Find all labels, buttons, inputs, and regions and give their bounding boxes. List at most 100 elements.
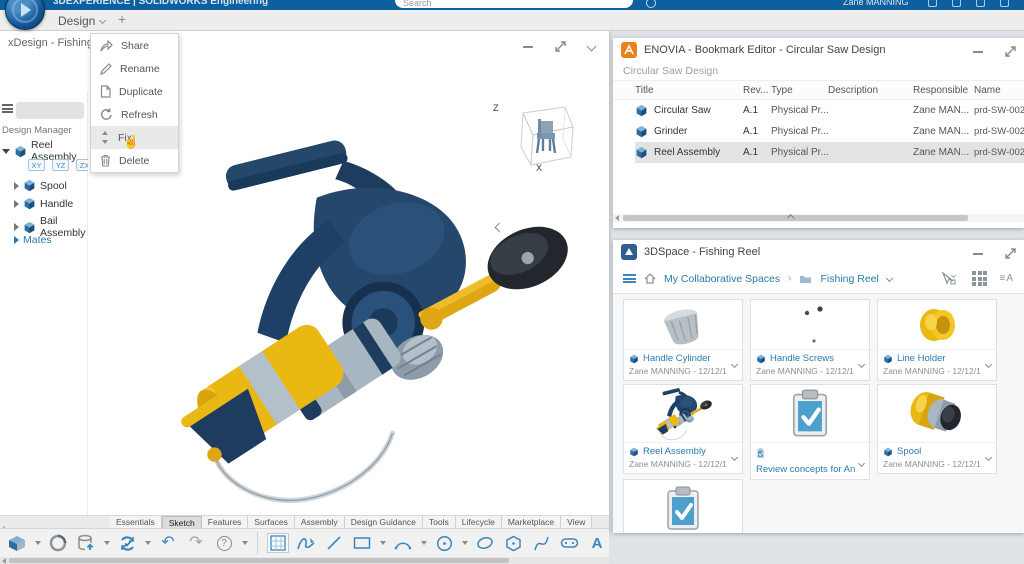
tree-item-mates[interactable]: Mates bbox=[14, 234, 52, 246]
spline-tool[interactable] bbox=[530, 533, 552, 553]
table-row-selected[interactable]: Reel Assembly A.1 Physical Pr... Zane MA… bbox=[635, 142, 1024, 163]
tile-expand-chevron[interactable] bbox=[732, 447, 737, 465]
new-component-button[interactable] bbox=[6, 533, 28, 553]
ribbon-tab-essentials[interactable]: Essentials bbox=[110, 516, 162, 528]
text-tool[interactable]: A bbox=[586, 533, 608, 553]
table-header-row[interactable]: Title Rev... Type Description Responsibl… bbox=[613, 81, 1024, 100]
collapsed-arrow-icon[interactable] bbox=[14, 236, 19, 244]
window-menu-chevron[interactable] bbox=[587, 42, 597, 52]
ribbon-tab-lifecycle[interactable]: Lifecycle bbox=[456, 516, 502, 528]
tile-expand-chevron[interactable] bbox=[986, 354, 991, 372]
dropdown-arrow-icon[interactable] bbox=[421, 541, 427, 545]
horizontal-scrollbar[interactable] bbox=[613, 214, 1024, 222]
collapsed-arrow-icon[interactable] bbox=[14, 223, 19, 231]
ribbon-tab-marketplace[interactable]: Marketplace bbox=[502, 516, 561, 528]
minimize-button[interactable] bbox=[523, 46, 533, 48]
column-description[interactable]: Description bbox=[828, 85, 913, 96]
ribbon-tab-sketch[interactable]: Sketch bbox=[162, 516, 202, 528]
chevron-down-icon[interactable] bbox=[886, 275, 893, 282]
menu-item-duplicate[interactable]: Duplicate bbox=[91, 80, 178, 103]
fishing-reel-model[interactable] bbox=[153, 126, 583, 515]
dropdown-arrow-icon[interactable] bbox=[462, 541, 468, 545]
tile-name[interactable]: Spool bbox=[897, 446, 921, 457]
tree-item-handle[interactable]: Handle bbox=[14, 197, 73, 210]
action-bar-scrollbar[interactable] bbox=[0, 557, 609, 564]
line-tool[interactable] bbox=[323, 533, 345, 553]
3dspace-window-header[interactable]: 3DSpace - Fishing Reel bbox=[613, 240, 1024, 264]
tile-name[interactable]: Handle Screws bbox=[770, 353, 834, 364]
resize-grip-icon[interactable] bbox=[787, 214, 795, 222]
breadcrumb-current[interactable]: Fishing Reel bbox=[820, 273, 878, 285]
scroll-left-arrow-icon[interactable] bbox=[615, 215, 619, 221]
menu-item-delete[interactable]: Delete bbox=[91, 149, 178, 172]
compass-icon[interactable] bbox=[646, 0, 656, 8]
minimize-button[interactable] bbox=[973, 51, 983, 53]
tile-handle-screws[interactable]: Handle Screws Zane MANNING - 12/12/1 bbox=[750, 299, 870, 381]
sketch-grid-tool[interactable] bbox=[267, 533, 289, 553]
menu-item-fix[interactable]: Fix ☝ bbox=[91, 126, 178, 149]
tile-name[interactable]: Line Holder bbox=[897, 353, 946, 364]
enovia-window-header[interactable]: ENOVIA - Bookmark Editor - Circular Saw … bbox=[613, 38, 1024, 62]
plane-chip-xy[interactable]: XY bbox=[28, 159, 45, 171]
dropdown-arrow-icon[interactable] bbox=[145, 541, 151, 545]
tree-options-icon[interactable] bbox=[2, 104, 13, 113]
help-button[interactable]: ? bbox=[213, 533, 235, 553]
arc-tool[interactable] bbox=[392, 533, 414, 553]
column-title[interactable]: Title bbox=[613, 85, 743, 96]
menu-item-refresh[interactable]: Refresh bbox=[91, 103, 178, 126]
dropdown-arrow-icon[interactable] bbox=[380, 541, 386, 545]
tile-review-concepts[interactable]: Review concepts for An bbox=[750, 384, 870, 480]
play-icon[interactable] bbox=[928, 0, 937, 7]
undo-button[interactable]: ↶ bbox=[157, 533, 179, 553]
breadcrumb-root[interactable]: My Collaborative Spaces bbox=[664, 273, 780, 285]
notifications-icon[interactable] bbox=[952, 0, 961, 7]
scrollbar-thumb[interactable] bbox=[623, 215, 968, 221]
tab-design[interactable]: Design bbox=[54, 10, 110, 31]
expanded-arrow-icon[interactable] bbox=[2, 149, 10, 154]
grid-view-icon[interactable] bbox=[972, 271, 987, 286]
menu-item-share[interactable]: Share bbox=[91, 34, 178, 57]
rectangle-tool[interactable] bbox=[351, 533, 373, 553]
tile-spool[interactable]: Spool Zane MANNING - 12/12/1 bbox=[877, 384, 997, 474]
circle-tool[interactable] bbox=[433, 533, 455, 553]
search-input[interactable]: Search bbox=[395, 0, 633, 8]
apps-icon[interactable] bbox=[1000, 0, 1009, 7]
share-icon[interactable] bbox=[976, 0, 985, 7]
list-view-icon[interactable]: ≡A bbox=[999, 273, 1014, 284]
collapsed-arrow-icon[interactable] bbox=[14, 200, 19, 208]
expand-button[interactable] bbox=[1005, 248, 1016, 259]
menu-item-rename[interactable]: Rename bbox=[91, 57, 178, 80]
freehand-sketch-tool[interactable] bbox=[295, 533, 317, 553]
tree-filter-input[interactable] bbox=[16, 102, 84, 119]
design-context-button[interactable] bbox=[47, 533, 69, 553]
sync-status-button[interactable] bbox=[116, 533, 138, 553]
add-tab-button[interactable]: + bbox=[118, 11, 126, 27]
collapsed-arrow-icon[interactable] bbox=[14, 182, 19, 190]
ribbon-tab-assembly[interactable]: Assembly bbox=[295, 516, 345, 528]
save-to-platform-button[interactable] bbox=[75, 533, 97, 553]
expand-button[interactable] bbox=[555, 41, 566, 52]
minimize-button[interactable] bbox=[973, 253, 983, 255]
plane-chip-yz[interactable]: YZ bbox=[52, 159, 69, 171]
ribbon-tab-tools[interactable]: Tools bbox=[423, 516, 456, 528]
column-responsible[interactable]: Responsible bbox=[913, 85, 974, 96]
redo-button[interactable]: ↷ bbox=[185, 533, 207, 553]
dropdown-arrow-icon[interactable] bbox=[104, 541, 110, 545]
tile-expand-chevron[interactable] bbox=[859, 354, 864, 372]
slot-tool[interactable] bbox=[558, 533, 580, 553]
scroll-left-arrow-icon[interactable] bbox=[2, 558, 6, 564]
tile-handle-cylinder[interactable]: Handle Cylinder Zane MANNING - 12/12/1 bbox=[623, 299, 743, 381]
column-type[interactable]: Type bbox=[771, 85, 828, 96]
tile-partial[interactable] bbox=[623, 479, 743, 533]
tile-expand-chevron[interactable] bbox=[859, 453, 864, 471]
table-row[interactable]: Circular Saw A.1 Physical Pr... Zane MAN… bbox=[635, 100, 1024, 121]
tile-reel-assembly[interactable]: Reel Assembly Zane MANNING - 12/12/1 bbox=[623, 384, 743, 474]
menu-icon[interactable] bbox=[623, 274, 636, 283]
home-icon[interactable] bbox=[644, 273, 656, 284]
view-cube[interactable] bbox=[503, 99, 578, 167]
ellipse-tool[interactable] bbox=[474, 533, 496, 553]
dropdown-arrow-icon[interactable] bbox=[242, 541, 248, 545]
ribbon-tab-design-guidance[interactable]: Design Guidance bbox=[345, 516, 423, 528]
table-row[interactable]: Grinder A.1 Physical Pr... Zane MAN... p… bbox=[635, 121, 1024, 142]
dropdown-arrow-icon[interactable] bbox=[35, 541, 41, 545]
